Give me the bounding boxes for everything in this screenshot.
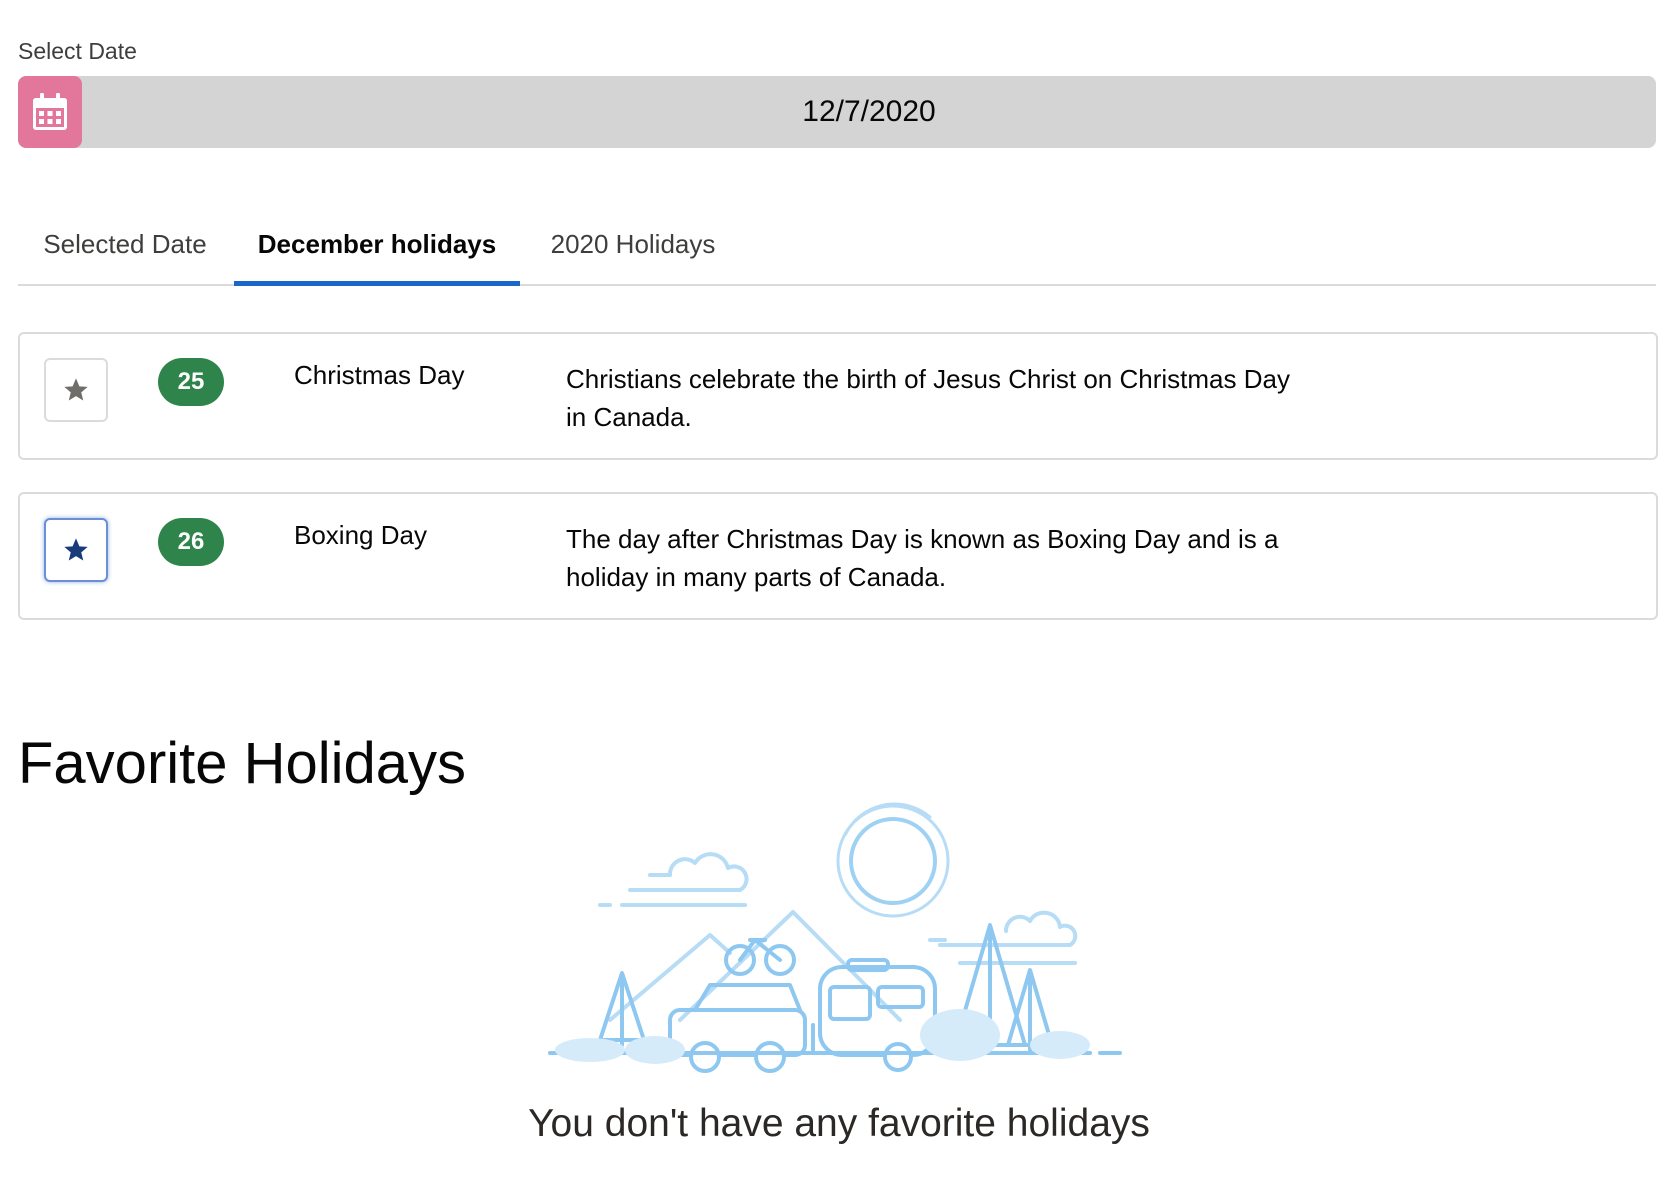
holiday-row-christmas: 25 Christmas Day Christians celebrate th… <box>18 332 1658 460</box>
date-input[interactable]: 12/7/2020 <box>18 76 1656 148</box>
description-line: The day after Christmas Day is known as … <box>566 524 1279 554</box>
favorite-button[interactable] <box>44 518 108 582</box>
empty-favorites-message: You don't have any favorite holidays <box>528 1102 1150 1145</box>
favorite-holidays-title: Favorite Holidays <box>18 731 467 796</box>
holiday-tabs: Selected Date December holidays 2020 Hol… <box>18 210 1656 286</box>
date-value[interactable]: 12/7/2020 <box>82 76 1656 148</box>
favorite-button[interactable] <box>44 358 108 422</box>
day-badge: 25 <box>158 358 224 406</box>
select-date-label: Select Date <box>18 38 137 64</box>
tab-selected-date[interactable]: Selected Date <box>40 210 210 284</box>
description-line: Christians celebrate the birth of Jesus … <box>566 364 1290 394</box>
tab-december-holidays[interactable]: December holidays <box>234 210 520 286</box>
holiday-row-boxing-day: 26 Boxing Day The day after Christmas Da… <box>18 492 1658 620</box>
description-line: in Canada. <box>566 402 692 432</box>
calendar-icon[interactable] <box>18 76 82 148</box>
camping-illustration <box>548 802 1122 1073</box>
holiday-name: Christmas Day <box>294 360 465 390</box>
description-line: holiday in many parts of Canada. <box>566 562 947 592</box>
tab-2020-holidays[interactable]: 2020 Holidays <box>544 210 722 284</box>
star-icon <box>64 538 88 561</box>
holiday-name: Boxing Day <box>294 520 427 550</box>
holiday-description: Christians celebrate the birth of Jesus … <box>566 360 1326 436</box>
day-badge: 26 <box>158 518 224 566</box>
star-icon <box>64 378 88 401</box>
holiday-description: The day after Christmas Day is known as … <box>566 520 1326 596</box>
page: Select Date 12/7/2020 Selected Date Dece… <box>0 0 1678 1182</box>
